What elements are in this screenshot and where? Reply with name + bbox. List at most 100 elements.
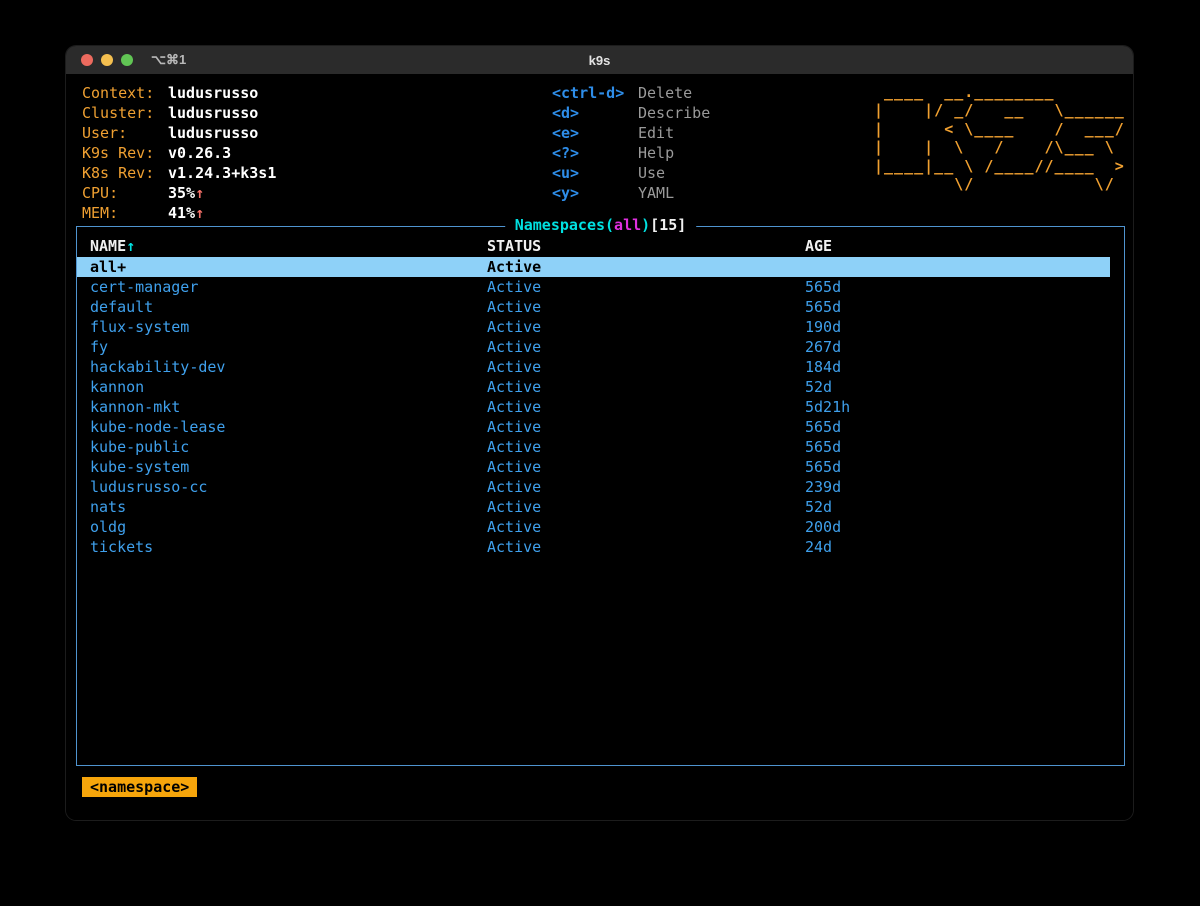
table-row[interactable]: ludusrusso-cc Active 239d — [77, 477, 1124, 497]
cell-age: 52d — [805, 377, 1124, 397]
table-title-resource: Namespaces — [515, 216, 605, 234]
hotkey-key: <d> — [552, 103, 638, 123]
info-row: CPU: 35% ↑ — [82, 183, 276, 203]
info-row: MEM: 41% ↑ — [82, 203, 276, 223]
cell-status: Active — [487, 377, 805, 397]
table-row[interactable]: default Active 565d — [77, 297, 1124, 317]
hotkey-row[interactable]: <ctrl-d> Delete — [552, 83, 710, 103]
info-row: Cluster: ludusrusso — [82, 103, 276, 123]
trend-up-icon: ↑ — [195, 183, 204, 203]
terminal-window: ⌥⌘1 k9s Context: ludusrusso Cluster: lud… — [66, 46, 1133, 820]
cell-status: Active — [487, 297, 805, 317]
cell-status: Active — [487, 457, 805, 477]
hotkey-row[interactable]: <e> Edit — [552, 123, 710, 143]
info-label: CPU: — [82, 183, 168, 203]
cell-age: 200d — [805, 517, 1124, 537]
cell-status: Active — [487, 277, 805, 297]
cell-name: fy — [90, 337, 487, 357]
info-label: User: — [82, 123, 168, 143]
info-row: User: ludusrusso — [82, 123, 276, 143]
table-row[interactable]: fy Active 267d — [77, 337, 1124, 357]
table-row[interactable]: all+ Active — [77, 257, 1110, 277]
cell-status: Active — [487, 477, 805, 497]
table-title-filter: all — [614, 216, 641, 234]
cell-status: Active — [487, 317, 805, 337]
cell-status: Active — [487, 337, 805, 357]
cell-age: 24d — [805, 537, 1124, 557]
column-header-name[interactable]: NAME↑ — [90, 236, 487, 257]
hotkey-action: Help — [638, 143, 674, 163]
table-row[interactable]: kube-node-lease Active 565d — [77, 417, 1124, 437]
column-header-age[interactable]: AGE — [805, 236, 1124, 257]
cell-age: 190d — [805, 317, 1124, 337]
hotkey-action: Use — [638, 163, 665, 183]
hotkey-key: <u> — [552, 163, 638, 183]
terminal-content: Context: ludusrusso Cluster: ludusrusso … — [66, 74, 1133, 820]
cell-status: Active — [487, 517, 805, 537]
table-row[interactable]: kube-public Active 565d — [77, 437, 1124, 457]
hotkey-key: <ctrl-d> — [552, 83, 638, 103]
info-row: K9s Rev: v0.26.3 — [82, 143, 276, 163]
table-row[interactable]: oldg Active 200d — [77, 517, 1124, 537]
info-label: Context: — [82, 83, 168, 103]
close-window-button[interactable] — [81, 54, 93, 66]
cell-name: kube-public — [90, 437, 487, 457]
cell-name: ludusrusso-cc — [90, 477, 487, 497]
namespace-crumb[interactable]: <namespace> — [82, 777, 197, 797]
cell-name: oldg — [90, 517, 487, 537]
cell-name: kube-node-lease — [90, 417, 487, 437]
cell-name: hackability-dev — [90, 357, 487, 377]
info-value: ludusrusso — [168, 83, 258, 103]
tab-shortcut-label: ⌥⌘1 — [151, 52, 186, 68]
table-row[interactable]: kannon-mkt Active 5d21h — [77, 397, 1124, 417]
cell-name: all+ — [90, 257, 487, 277]
info-row: Context: ludusrusso — [82, 83, 276, 103]
table-row[interactable]: tickets Active 24d — [77, 537, 1124, 557]
hotkey-row[interactable]: <?> Help — [552, 143, 710, 163]
cell-age: 5d21h — [805, 397, 1124, 417]
cell-age: 565d — [805, 277, 1124, 297]
hotkey-action: Describe — [638, 103, 710, 123]
cell-status: Active — [487, 537, 805, 557]
table-row[interactable]: hackability-dev Active 184d — [77, 357, 1124, 377]
sort-arrow-icon: ↑ — [126, 237, 135, 255]
trend-up-icon: ↑ — [195, 203, 204, 223]
cell-name: cert-manager — [90, 277, 487, 297]
cell-age: 239d — [805, 477, 1124, 497]
cell-age: 565d — [805, 437, 1124, 457]
table-row[interactable]: kannon Active 52d — [77, 377, 1124, 397]
hotkey-row[interactable]: <u> Use — [552, 163, 710, 183]
info-value: ludusrusso — [168, 103, 258, 123]
hotkeys-panel: <ctrl-d> Delete <d> Describe <e> Edit <?… — [552, 83, 710, 203]
hotkey-action: Delete — [638, 83, 692, 103]
cell-status: Active — [487, 397, 805, 417]
cell-age: 565d — [805, 457, 1124, 477]
cell-age — [805, 257, 1110, 277]
cell-name: tickets — [90, 537, 487, 557]
table-title-open-paren: ( — [605, 216, 614, 234]
column-header-status[interactable]: STATUS — [487, 236, 805, 257]
hotkey-row[interactable]: <y> YAML — [552, 183, 710, 203]
cell-age: 184d — [805, 357, 1124, 377]
table-row[interactable]: cert-manager Active 565d — [77, 277, 1124, 297]
info-value: v0.26.3 — [168, 143, 231, 163]
column-header-name-label: NAME — [90, 237, 126, 255]
cell-status: Active — [487, 257, 805, 277]
info-value: 35% — [168, 183, 195, 203]
cell-status: Active — [487, 437, 805, 457]
cell-age: 52d — [805, 497, 1124, 517]
namespaces-table: Namespaces(all)[15] NAME↑ STATUS AGE all… — [76, 226, 1125, 766]
k9s-ascii-logo: ____ __.________ | |/ _/ __ \______ | < … — [874, 83, 1125, 193]
namespace-rows: all+ Active cert-manager Active 565d def… — [77, 257, 1124, 557]
table-row[interactable]: kube-system Active 565d — [77, 457, 1124, 477]
info-label: K8s Rev: — [82, 163, 168, 183]
hotkey-key: <y> — [552, 183, 638, 203]
cell-age: 565d — [805, 297, 1124, 317]
hotkey-row[interactable]: <d> Describe — [552, 103, 710, 123]
table-row[interactable]: flux-system Active 190d — [77, 317, 1124, 337]
minimize-window-button[interactable] — [101, 54, 113, 66]
table-row[interactable]: nats Active 52d — [77, 497, 1124, 517]
info-value: ludusrusso — [168, 123, 258, 143]
zoom-window-button[interactable] — [121, 54, 133, 66]
info-label: MEM: — [82, 203, 168, 223]
